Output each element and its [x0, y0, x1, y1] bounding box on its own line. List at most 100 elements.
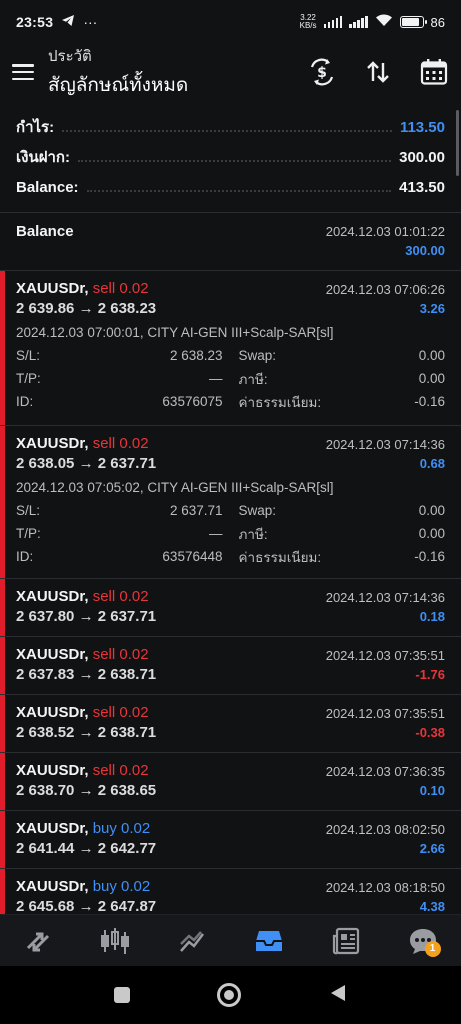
deal-profit: 0.18: [419, 609, 445, 624]
summary-profit-row: กำไร: 113.50: [0, 112, 461, 142]
inbox-icon: [255, 930, 282, 951]
header-title[interactable]: สัญลักษณ์ทั้งหมด: [48, 70, 188, 100]
deal-side: sell 0.02: [88, 646, 149, 663]
deal-prices: 2 641.44 → 2 642.77: [16, 840, 157, 857]
deal-swap: Swap: 0.00: [238, 348, 446, 363]
messages-badge: 1: [424, 940, 441, 957]
deal-symbol: XAUUSDr,: [16, 704, 89, 721]
deal-prices: 2 638.52 → 2 638.71: [16, 724, 157, 741]
deal-date: 2024.12.03 07:35:51: [325, 647, 445, 663]
deal-date: 2024.12.03 08:02:50: [325, 821, 445, 837]
deal-id: ID: 63576448: [16, 549, 223, 564]
deal-date: 2024.12.03 07:14:36: [325, 436, 445, 452]
deal-row[interactable]: XAUUSDr, sell 0.02 2024.12.03 07:14:36 2…: [0, 579, 461, 637]
telegram-icon: [61, 14, 75, 30]
summary-deposit-row: เงินฝาก: 300.00: [0, 142, 461, 172]
history-list[interactable]: Balance 2024.12.03 01:01:22 300.00 XAUUS…: [0, 212, 461, 914]
deal-symbol: XAUUSDr,: [16, 878, 89, 895]
deal-side: sell 0.02: [88, 704, 149, 721]
deal-profit: 2.66: [419, 841, 445, 856]
deal-date: 2024.12.03 07:06:26: [325, 281, 445, 297]
calendar-icon[interactable]: [419, 57, 449, 87]
deal-symbol: XAUUSDr,: [16, 588, 89, 605]
status-bar: 23:53 ··· 3.22 KB/s 86: [0, 0, 461, 44]
status-time: 23:53: [16, 14, 54, 30]
summary-balance-row: Balance: 413.50: [0, 172, 461, 202]
nav-quotes[interactable]: [18, 921, 58, 961]
menu-icon[interactable]: [12, 64, 34, 80]
deal-side: sell 0.02: [88, 435, 149, 452]
balance-entry-amount: 300.00: [405, 243, 445, 258]
deal-side: sell 0.02: [88, 280, 149, 297]
deal-side: sell 0.02: [88, 588, 149, 605]
trade-line-icon: [180, 930, 205, 952]
deal-fee: ค่าธรรมเนียม: -0.16: [238, 394, 446, 410]
deal-profit: 3.26: [419, 301, 445, 316]
deposit-label: เงินฝาก:: [16, 149, 70, 166]
deal-tax: ภาษี: 0.00: [238, 526, 446, 542]
recent-apps-button[interactable]: [113, 987, 130, 1003]
deal-symbol: XAUUSDr,: [16, 820, 89, 837]
deal-row[interactable]: XAUUSDr, buy 0.02 2024.12.03 08:02:50 2 …: [0, 811, 461, 869]
deal-tp: T/P: —: [16, 371, 223, 386]
deal-prices: 2 638.70 → 2 638.65: [16, 782, 157, 799]
signal-icon-2: [349, 16, 368, 28]
deal-prices: 2 639.86 → 2 638.23: [16, 300, 157, 317]
header-titles: ประวัติ สัญลักษณ์ทั้งหมด: [48, 44, 188, 100]
nav-chart[interactable]: [95, 921, 135, 961]
nav-messages[interactable]: 1: [403, 921, 443, 961]
deal-comment: 2024.12.03 07:00:01, CITY AI-GEN III+Sca…: [16, 325, 334, 340]
deal-side: buy 0.02: [88, 878, 151, 895]
deal-date: 2024.12.03 07:14:36: [325, 589, 445, 605]
battery-percent: 86: [430, 14, 445, 30]
scrollbar[interactable]: [456, 110, 459, 176]
dollar-exchange-icon[interactable]: $: [307, 57, 337, 87]
deal-row[interactable]: XAUUSDr, sell 0.02 2024.12.03 07:06:26 2…: [0, 271, 461, 426]
profit-label: กำไร:: [16, 119, 55, 136]
deal-sl: S/L: 2 637.71: [16, 503, 223, 518]
deal-row[interactable]: XAUUSDr, sell 0.02 2024.12.03 07:14:36 2…: [0, 426, 461, 579]
svg-text:$: $: [317, 65, 327, 81]
deal-row[interactable]: XAUUSDr, sell 0.02 2024.12.03 07:35:51 2…: [0, 695, 461, 753]
news-icon: [332, 927, 359, 954]
deal-symbol: XAUUSDr,: [16, 762, 89, 779]
battery-icon: [399, 16, 427, 28]
deal-comment: 2024.12.03 07:05:02, CITY AI-GEN III+Sca…: [16, 480, 334, 495]
deal-row[interactable]: XAUUSDr, sell 0.02 2024.12.03 07:35:51 2…: [0, 637, 461, 695]
deal-symbol: XAUUSDr,: [16, 646, 89, 663]
deal-profit: 0.68: [419, 456, 445, 471]
summary-panel: กำไร: 113.50 เงินฝาก: 300.00 Balance: 41…: [0, 112, 461, 202]
header-subtitle: ประวัติ: [48, 48, 92, 65]
deal-side: sell 0.02: [88, 762, 149, 779]
quotes-arrows-icon: [27, 932, 50, 951]
profit-value: 113.50: [399, 118, 445, 136]
balance-value: 413.50: [399, 178, 445, 196]
balance-label: Balance:: [16, 178, 79, 196]
sort-icon[interactable]: [363, 57, 393, 87]
more-notifications-icon: ···: [83, 14, 98, 30]
nav-news[interactable]: [326, 921, 366, 961]
system-navigation: [0, 966, 461, 1024]
signal-icon: [323, 16, 343, 28]
deal-prices: 2 645.68 → 2 647.87: [16, 898, 157, 914]
deal-symbol: XAUUSDr,: [16, 280, 89, 297]
bottom-navigation: 1: [0, 914, 461, 966]
network-speed: 3.22 KB/s: [300, 14, 317, 30]
wifi-icon: [375, 14, 393, 30]
deal-date: 2024.12.03 08:18:50: [325, 879, 445, 895]
deal-tax: ภาษี: 0.00: [238, 371, 446, 387]
deal-row[interactable]: XAUUSDr, sell 0.02 2024.12.03 07:36:35 2…: [0, 753, 461, 811]
home-button[interactable]: [217, 983, 242, 1007]
deal-fee: ค่าธรรมเนียม: -0.16: [238, 549, 446, 565]
deal-id: ID: 63576075: [16, 394, 223, 409]
deal-symbol: XAUUSDr,: [16, 435, 89, 452]
deal-side: buy 0.02: [88, 820, 151, 837]
nav-history[interactable]: [249, 921, 289, 961]
deposit-value: 300.00: [399, 148, 445, 166]
balance-entry-row[interactable]: Balance 2024.12.03 01:01:22 300.00: [0, 213, 461, 271]
nav-trade[interactable]: [172, 921, 212, 961]
deal-prices: 2 637.83 → 2 638.71: [16, 666, 157, 683]
balance-entry-date: 2024.12.03 01:01:22: [325, 224, 445, 239]
back-button[interactable]: [329, 983, 347, 1008]
deal-row[interactable]: XAUUSDr, buy 0.02 2024.12.03 08:18:50 2 …: [0, 869, 461, 914]
